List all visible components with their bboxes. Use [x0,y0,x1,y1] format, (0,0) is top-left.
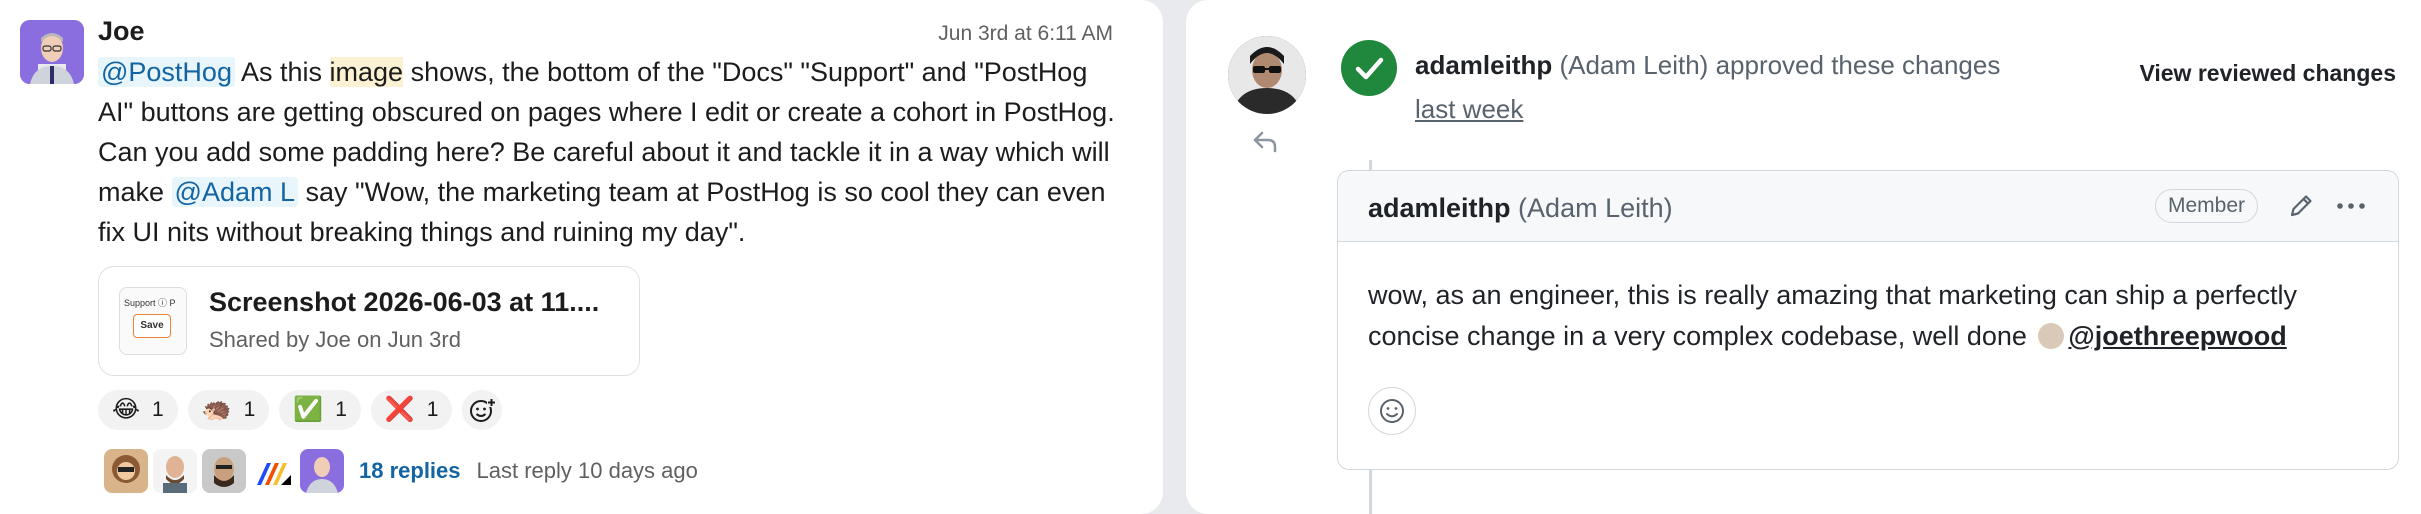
add-reaction-button[interactable] [462,390,503,430]
thumbnail-save-button: Save [133,314,171,338]
kebab-menu-icon[interactable] [2334,191,2368,221]
reaction-joy[interactable]: 😂 1 [98,390,178,430]
reaction-hedgehog[interactable]: 🦔 1 [187,390,270,430]
approval-text: approved these changes [1715,50,2001,80]
mention-posthog[interactable]: @PostHog [98,57,235,87]
file-attachment[interactable]: Support ⓘ P Save Screenshot 2026-06-03 a… [98,266,640,376]
attachment-name[interactable]: Screenshot 2026-06-03 at 11.... [209,287,599,318]
slack-message-panel: Joe Jun 3rd at 6:11 AM @PostHog As this … [0,0,1163,514]
review-time-link[interactable]: last week [1415,94,1523,125]
member-badge: Member [2154,189,2258,223]
last-reply-text: Last reply 10 days ago [476,458,698,483]
check-mark-emoji-icon: ✅ [293,396,324,423]
mention-adam[interactable]: @Adam L [171,177,298,207]
comment-author-name: (Adam Leith) [1518,193,1673,223]
comment-author: adamleithp (Adam Leith) [1368,193,1673,224]
replies-link[interactable]: 18 replies [359,458,461,484]
review-comment-card: adamleithp (Adam Leith) Member wow, as a… [1337,170,2399,470]
add-emoji-icon [470,398,497,422]
add-reaction-button[interactable] [1368,387,1416,435]
message-text-part: As this [234,57,330,87]
hedgehog-emoji-icon: 🦔 [201,396,232,423]
author-avatar[interactable] [20,20,84,84]
reaction-count: 1 [335,398,347,421]
thumbnail-text: Support ⓘ P [124,298,176,308]
reaction-count: 1 [243,398,256,421]
message-timestamp[interactable]: Jun 3rd at 6:11 AM [938,22,1113,46]
pencil-icon[interactable] [2286,191,2316,221]
github-review-panel: adamleithp (Adam Leith) approved these c… [1186,0,2421,514]
approved-check-icon [1341,40,1397,96]
attachment-subtitle: Shared by Joe on Jun 3rd [209,327,461,352]
reaction-check[interactable]: ✅ 1 [279,390,361,430]
author-name[interactable]: Joe [98,16,145,47]
reply-avatar [202,449,246,493]
reply-avatar [104,449,148,493]
comment-header: adamleithp (Adam Leith) Member [1338,171,2398,242]
reviewer-name: (Adam Leith) [1559,50,1709,80]
attachment-thumbnail[interactable]: Support ⓘ P Save [119,287,187,355]
smiley-icon [1380,399,1404,423]
highlighted-image-link[interactable]: image [329,57,404,87]
joy-emoji-icon: 😂 [112,396,141,423]
reviewer-avatar[interactable] [1228,36,1306,114]
user-mention-joethreepwood[interactable]: @joethreepwood [2068,321,2286,351]
view-reviewed-changes-button[interactable]: View reviewed changes [2139,60,2396,87]
reply-avatar [300,449,344,493]
reaction-cross[interactable]: ❌ 1 [370,390,453,430]
reaction-count: 1 [426,398,439,421]
mention-avatar [2038,323,2065,349]
cross-mark-emoji-icon: ❌ [384,396,415,423]
reply-avatar [251,449,295,493]
reply-arrow-icon[interactable] [1250,126,1280,156]
reactions-bar: 😂 1 🦔 1 ✅ 1 ❌ 1 [98,390,503,434]
comment-body: wow, as an engineer, this is really amaz… [1368,275,2368,357]
message-text: @PostHog As this image shows, the bottom… [98,52,1118,252]
reviewer-login[interactable]: adamleithp [1415,50,1552,80]
reaction-count: 1 [152,398,164,421]
thread-summary[interactable]: 18 replies Last reply 10 days ago [104,448,698,494]
reply-avatar [153,449,197,493]
comment-author-login[interactable]: adamleithp [1368,193,1511,223]
approval-summary: adamleithp (Adam Leith) approved these c… [1415,50,2000,81]
